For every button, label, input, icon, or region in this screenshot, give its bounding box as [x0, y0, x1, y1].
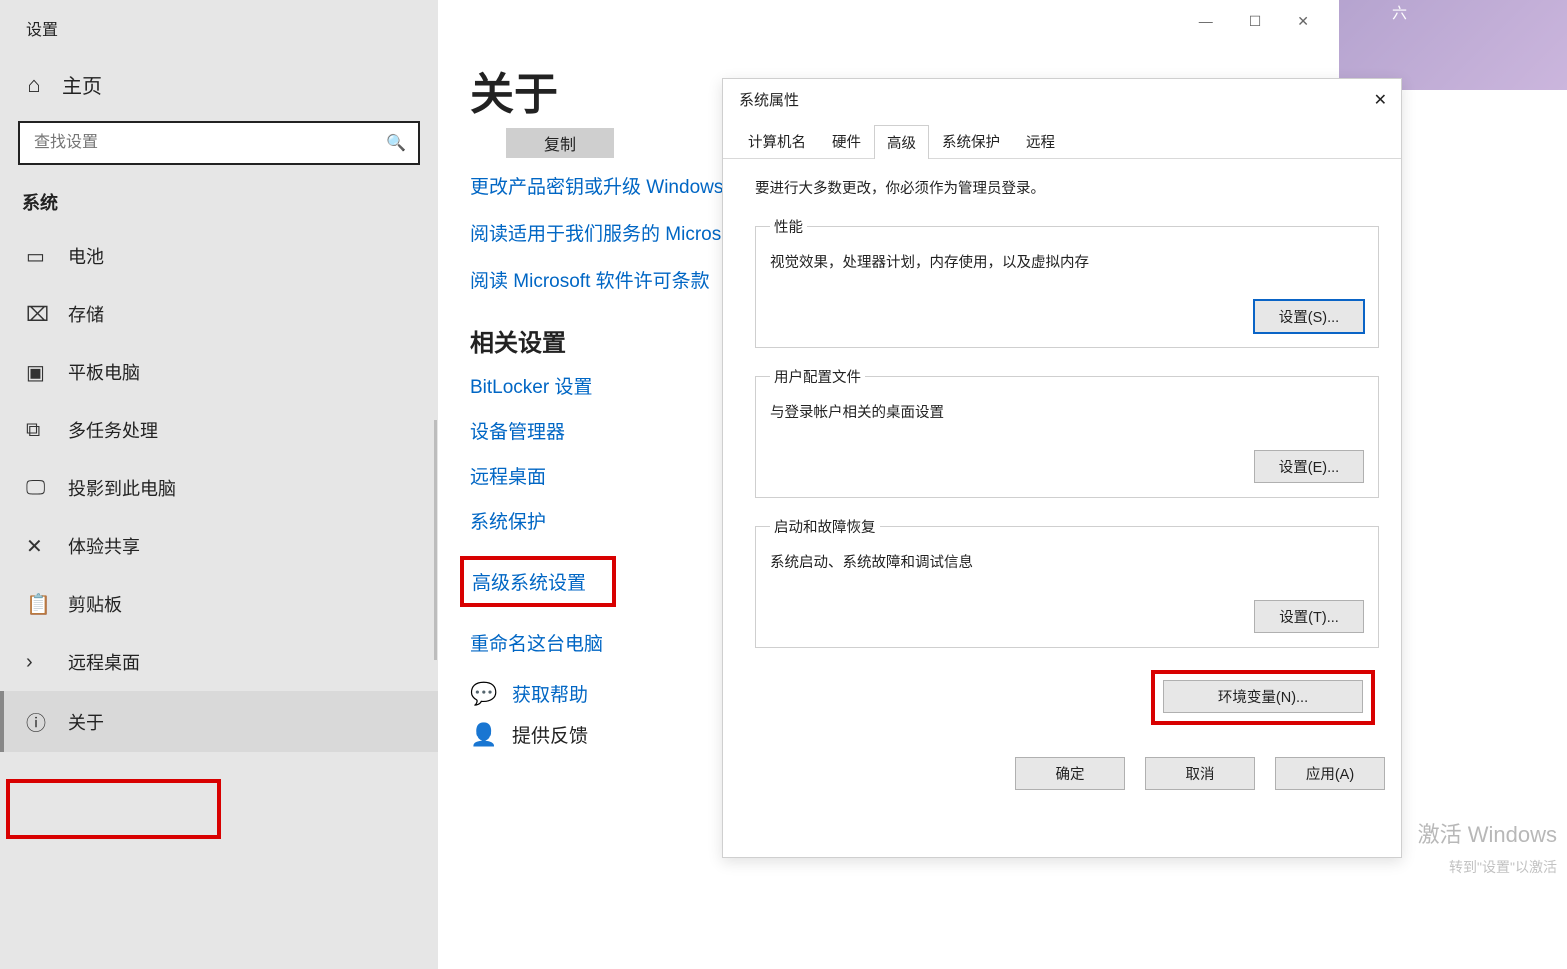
- windows-activation-watermark-sub: 转到"设置"以激活: [1449, 857, 1557, 877]
- link-advanced-system-settings[interactable]: 高级系统设置: [472, 568, 586, 595]
- maximize-button[interactable]: ☐: [1249, 13, 1262, 30]
- user-profiles-legend: 用户配置文件: [770, 366, 865, 387]
- sidebar-category-system: 系统: [0, 187, 438, 227]
- startup-recovery-legend: 启动和故障恢复: [770, 516, 880, 537]
- settings-search-input[interactable]: [32, 133, 386, 153]
- performance-fieldset: 性能 视觉效果，处理器计划，内存使用，以及虚拟内存 设置(S)...: [755, 216, 1379, 348]
- sidebar-item-label: 关于: [68, 709, 104, 735]
- taskbar-day-fragment: 六: [1392, 2, 1407, 23]
- sidebar-item-label: 远程桌面: [68, 649, 140, 675]
- sidebar-item-remote-desktop[interactable]: › 远程桌面: [0, 633, 438, 691]
- performance-desc: 视觉效果，处理器计划，内存使用，以及虚拟内存: [770, 251, 1364, 272]
- cancel-button[interactable]: 取消: [1145, 757, 1255, 790]
- user-profiles-desc: 与登录帐户相关的桌面设置: [770, 401, 1364, 422]
- sidebar-home[interactable]: ⌂ 主页: [0, 50, 438, 121]
- get-help-label: 获取帮助: [512, 680, 588, 707]
- tablet-icon: ▣: [26, 360, 50, 385]
- dialog-titlebar: 系统属性 ✕: [723, 79, 1401, 120]
- sidebar-item-label: 电池: [68, 243, 104, 269]
- shared-icon: ✕: [26, 534, 50, 559]
- info-icon: ⓘ: [26, 707, 50, 736]
- system-properties-dialog: 系统属性 ✕ 计算机名 硬件 高级 系统保护 远程 要进行大多数更改，你必须作为…: [722, 78, 1402, 858]
- tab-advanced[interactable]: 高级: [874, 125, 929, 159]
- sidebar-item-about[interactable]: ⓘ 关于: [0, 691, 438, 752]
- admin-note: 要进行大多数更改，你必须作为管理员登录。: [755, 177, 1379, 198]
- apply-button[interactable]: 应用(A): [1275, 757, 1385, 790]
- settings-sidebar: 设置 ⌂ 主页 🔍 系统 ▭ 电池 ⌧ 存储 ▣ 平板电脑 ⧉ 多任务处理 🖵: [0, 0, 438, 969]
- dialog-body: 要进行大多数更改，你必须作为管理员登录。 性能 视觉效果，处理器计划，内存使用，…: [723, 159, 1401, 749]
- home-icon: ⌂: [22, 72, 46, 98]
- user-profiles-settings-button[interactable]: 设置(E)...: [1254, 450, 1364, 483]
- battery-icon: ▭: [26, 244, 50, 269]
- annotation-red-env-vars: 环境变量(N)...: [1151, 670, 1375, 725]
- annotation-red-advanced-system: 高级系统设置: [460, 556, 616, 607]
- copy-button[interactable]: 复制: [506, 128, 614, 158]
- sidebar-item-projecting[interactable]: 🖵 投影到此电脑: [0, 459, 438, 517]
- sidebar-home-label: 主页: [62, 70, 102, 99]
- sidebar-item-label: 存储: [68, 301, 104, 327]
- ok-button[interactable]: 确定: [1015, 757, 1125, 790]
- sidebar-item-label: 投影到此电脑: [68, 475, 176, 501]
- close-button[interactable]: ✕: [1297, 13, 1309, 30]
- project-icon: 🖵: [26, 477, 50, 500]
- dialog-close-button[interactable]: ✕: [1374, 90, 1387, 110]
- environment-variables-row: 环境变量(N)...: [755, 666, 1379, 729]
- tab-remote[interactable]: 远程: [1013, 124, 1068, 158]
- startup-recovery-fieldset: 启动和故障恢复 系统启动、系统故障和调试信息 设置(T)...: [755, 516, 1379, 648]
- sidebar-item-label: 多任务处理: [68, 417, 158, 443]
- annotation-red-about: [6, 779, 221, 839]
- dialog-tabs: 计算机名 硬件 高级 系统保护 远程: [723, 120, 1401, 159]
- performance-legend: 性能: [770, 216, 807, 237]
- sidebar-item-storage[interactable]: ⌧ 存储: [0, 285, 438, 343]
- tab-system-protection[interactable]: 系统保护: [929, 124, 1013, 158]
- feedback-label: 提供反馈: [512, 721, 588, 748]
- sidebar-item-shared-experience[interactable]: ✕ 体验共享: [0, 517, 438, 575]
- sidebar-item-label: 平板电脑: [68, 359, 140, 385]
- storage-icon: ⌧: [26, 302, 50, 327]
- sidebar-item-tablet[interactable]: ▣ 平板电脑: [0, 343, 438, 401]
- dialog-footer: 确定 取消 应用(A): [723, 749, 1401, 804]
- environment-variables-button[interactable]: 环境变量(N)...: [1163, 680, 1363, 713]
- dialog-title: 系统属性: [739, 89, 799, 110]
- multitask-icon: ⧉: [26, 419, 50, 442]
- tab-hardware[interactable]: 硬件: [819, 124, 874, 158]
- desktop-background-edge: [1339, 0, 1567, 90]
- search-icon: 🔍: [386, 133, 406, 153]
- sidebar-scrollbar[interactable]: [434, 420, 437, 660]
- sidebar-item-multitasking[interactable]: ⧉ 多任务处理: [0, 401, 438, 459]
- clipboard-icon: 📋: [26, 592, 50, 617]
- startup-recovery-settings-button[interactable]: 设置(T)...: [1254, 600, 1364, 633]
- window-controls: — ☐ ✕: [1199, 0, 1339, 42]
- performance-settings-button[interactable]: 设置(S)...: [1254, 300, 1364, 333]
- sidebar-item-label: 体验共享: [68, 533, 140, 559]
- user-profiles-fieldset: 用户配置文件 与登录帐户相关的桌面设置 设置(E)...: [755, 366, 1379, 498]
- sidebar-item-clipboard[interactable]: 📋 剪贴板: [0, 575, 438, 633]
- remote-icon: ›: [26, 651, 50, 674]
- minimize-button[interactable]: —: [1199, 13, 1213, 29]
- settings-search[interactable]: 🔍: [18, 121, 420, 165]
- sidebar-item-battery[interactable]: ▭ 电池: [0, 227, 438, 285]
- help-icon: 💬: [470, 681, 494, 707]
- feedback-icon: 👤: [470, 722, 494, 748]
- settings-title: 设置: [0, 0, 438, 50]
- sidebar-item-label: 剪贴板: [68, 591, 122, 617]
- tab-computer-name[interactable]: 计算机名: [735, 124, 819, 158]
- windows-activation-watermark: 激活 Windows: [1418, 817, 1557, 849]
- startup-recovery-desc: 系统启动、系统故障和调试信息: [770, 551, 1364, 572]
